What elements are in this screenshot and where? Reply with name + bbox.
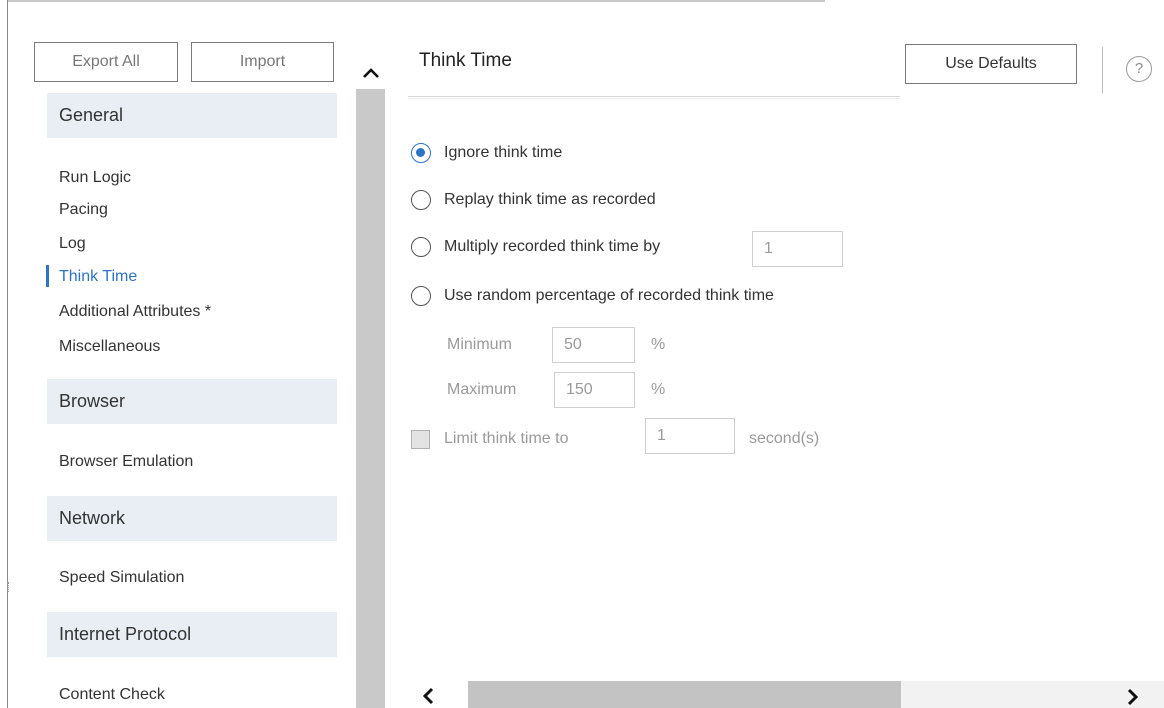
help-icon[interactable]: ? <box>1126 56 1152 82</box>
option-label: Multiply recorded think time by <box>444 238 661 255</box>
limit-think-time-unit: second(s) <box>749 430 820 447</box>
sidebar-item-log[interactable]: Log <box>59 235 86 253</box>
section-header-browser[interactable]: Browser <box>47 379 337 424</box>
multiply-factor-field[interactable]: 1 <box>752 231 843 267</box>
option-label: Use random percentage of recorded think … <box>444 287 774 304</box>
splitter-grip[interactable] <box>7 582 9 592</box>
option-label: Ignore think time <box>444 144 563 161</box>
radio-ignore-think-time[interactable] <box>411 143 431 163</box>
limit-think-time-field[interactable]: 1 <box>645 418 735 454</box>
sidebar-item-run-logic[interactable]: Run Logic <box>59 169 131 187</box>
horizontal-scroll-thumb[interactable] <box>468 681 901 708</box>
import-button[interactable]: Import <box>191 42 334 82</box>
sidebar-item-speed-simulation[interactable]: Speed Simulation <box>59 569 184 587</box>
chevron-right-icon <box>1127 688 1139 706</box>
minimum-label: Minimum <box>447 336 512 353</box>
sidebar-item-browser-emulation[interactable]: Browser Emulation <box>59 453 193 471</box>
limit-think-time-checkbox[interactable] <box>411 430 430 449</box>
scroll-up-button[interactable] <box>356 37 385 89</box>
use-defaults-button[interactable]: Use Defaults <box>905 44 1077 84</box>
chevron-up-icon <box>363 68 379 78</box>
scroll-left-button[interactable] <box>408 681 468 708</box>
sidebar-item-think-time[interactable]: Think Time <box>59 268 137 286</box>
limit-think-time-label: Limit think time to <box>444 430 569 447</box>
sidebar-item-additional-attributes[interactable]: Additional Attributes * <box>59 303 211 321</box>
radio-random-percentage[interactable] <box>411 286 431 306</box>
scroll-right-button[interactable] <box>1110 681 1164 708</box>
panel-title: Think Time <box>419 50 512 71</box>
radio-multiply-think-time[interactable] <box>411 237 431 257</box>
toolbar-divider <box>1102 47 1103 93</box>
radio-replay-think-time[interactable] <box>411 190 431 210</box>
minimum-field[interactable]: 50 <box>552 327 635 363</box>
maximum-field[interactable]: 150 <box>554 372 635 408</box>
maximum-label: Maximum <box>447 381 517 398</box>
sidebar-item-pacing[interactable]: Pacing <box>59 201 108 219</box>
section-header-network[interactable]: Network <box>47 496 337 541</box>
sidebar-item-miscellaneous[interactable]: Miscellaneous <box>59 338 160 356</box>
option-label: Replay think time as recorded <box>444 191 656 208</box>
sidebar-item-content-check[interactable]: Content Check <box>59 686 165 704</box>
vertical-scrollbar[interactable] <box>356 37 385 708</box>
minimum-unit: % <box>651 336 666 353</box>
chevron-left-icon <box>422 687 434 705</box>
window-top-border <box>0 0 825 2</box>
export-all-button[interactable]: Export All <box>34 42 178 82</box>
section-header-internet-protocol[interactable]: Internet Protocol <box>47 612 337 657</box>
maximum-unit: % <box>651 381 666 398</box>
window-left-border <box>0 0 8 708</box>
active-item-marker <box>46 265 49 287</box>
section-header-general[interactable]: General <box>47 93 337 138</box>
title-divider <box>408 96 900 99</box>
